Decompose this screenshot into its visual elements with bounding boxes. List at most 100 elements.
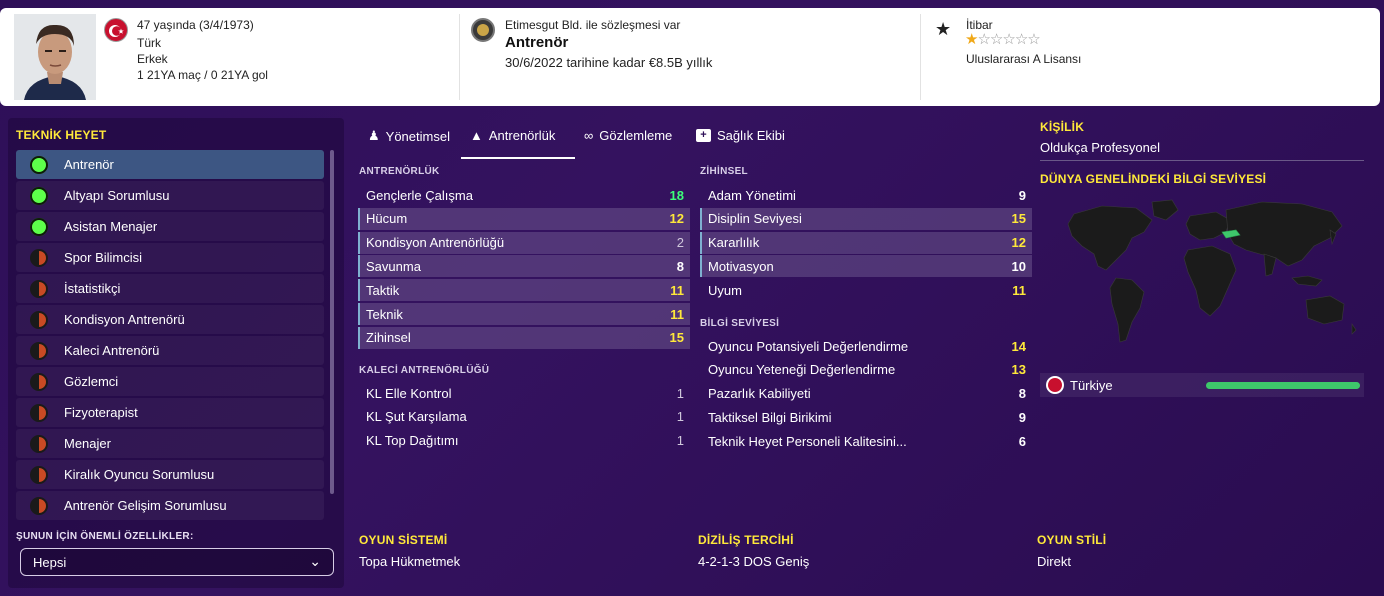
attribute-value: 18: [669, 187, 684, 203]
attribute-row[interactable]: Zihinsel 15: [358, 326, 690, 349]
staff-list-label: Fizyoterapist: [64, 405, 138, 420]
status-half-icon: [30, 248, 48, 267]
attribute-row[interactable]: Savunma 8: [358, 255, 690, 278]
attribute-row[interactable]: Teknik Heyet Personeli Kalitesini... 6: [700, 430, 1032, 452]
age-birth: 47 yaşında (3/4/1973): [137, 18, 254, 32]
play-style-value: Direkt: [1037, 554, 1071, 569]
attribute-row[interactable]: Teknik 11: [358, 303, 690, 325]
attribute-label: Pazarlık Kabiliyeti: [708, 386, 811, 402]
mental-title: ZİHİNSEL: [700, 166, 748, 177]
filter-value: Hepsi: [33, 554, 67, 570]
staff-list-item[interactable]: Altyapı Sorumlusu: [16, 181, 324, 210]
attribute-label: Kondisyon Antrenörlüğü: [366, 235, 505, 251]
staff-list-item[interactable]: Spor Bilimcisi: [16, 243, 324, 272]
attribute-row[interactable]: Disiplin Seviyesi 15: [700, 207, 1032, 230]
staff-list-scrollbar[interactable]: [330, 150, 334, 494]
attribute-row[interactable]: Hücum 12: [358, 207, 690, 230]
attribute-row[interactable]: KL Elle Kontrol 1: [358, 382, 690, 404]
attribute-row[interactable]: Oyuncu Potansiyeli Değerlendirme 14: [700, 335, 1032, 357]
medkit-icon: +: [696, 129, 711, 142]
attribute-value: 12: [1011, 235, 1026, 251]
status-green-icon: [30, 217, 48, 236]
staff-list-label: İstatistikçi: [64, 281, 121, 296]
tab-coaching[interactable]: ▲ Antrenörlük: [470, 128, 555, 143]
staff-photo: [14, 14, 96, 100]
staff-list-panel: TEKNİK HEYET Antrenör Altyapı Sorumlusu As…: [8, 118, 344, 588]
formation-title: DİZİLİŞ TERCİHİ: [698, 533, 794, 547]
attribute-row[interactable]: Oyuncu Yeteneği Değerlendirme 13: [700, 359, 1032, 381]
people-icon: ♟: [368, 128, 380, 143]
attribute-label: KL Şut Karşılama: [366, 409, 467, 425]
attribute-label: Adam Yönetimi: [708, 187, 796, 203]
attribute-value: 11: [1012, 282, 1026, 298]
staff-list-item[interactable]: Asistan Menajer: [16, 212, 324, 241]
status-half-icon: [30, 496, 48, 515]
attribute-row[interactable]: Uyum 11: [700, 279, 1032, 301]
attribute-value: 15: [1011, 211, 1026, 227]
knowledge-bar-fill: [1206, 382, 1360, 389]
tab-management[interactable]: ♟ Yönetimsel: [368, 128, 450, 144]
staff-list-item[interactable]: Fizyoterapist: [16, 398, 324, 427]
game-system-title: OYUN SİSTEMİ: [359, 533, 448, 547]
staff-list-item[interactable]: Kaleci Antrenörü: [16, 336, 324, 365]
status-half-icon: [30, 434, 48, 453]
staff-list-label: Antrenör Gelişim Sorumlusu: [64, 498, 227, 513]
status-half-icon: [30, 279, 48, 298]
attribute-row[interactable]: Kararlılık 12: [700, 231, 1032, 254]
staff-list-label: Spor Bilimcisi: [64, 250, 143, 265]
attribute-value: 2: [676, 235, 684, 251]
attribute-label: Teknik: [366, 306, 403, 322]
staff-list-label: Kaleci Antrenörü: [64, 343, 160, 358]
nationality: Türk: [137, 36, 161, 50]
attribute-row[interactable]: KL Top Dağıtımı 1: [358, 430, 690, 452]
attribute-label: Oyuncu Yeteneği Değerlendirme: [708, 362, 896, 378]
staff-list-label: Asistan Menajer: [64, 219, 158, 234]
cone-icon: ▲: [470, 128, 483, 143]
tab-label: Antrenörlük: [488, 128, 556, 143]
attribute-value: 13: [1011, 362, 1026, 378]
attribute-row[interactable]: Gençlerle Çalışma 18: [358, 184, 690, 206]
divider: [1040, 160, 1364, 161]
status-half-icon: [30, 372, 48, 391]
attribute-row[interactable]: Motivasyon 10: [700, 255, 1032, 278]
star-empty-icon: ☆: [1014, 31, 1028, 48]
play-style-title: OYUN STİLİ: [1037, 533, 1107, 547]
attribute-row[interactable]: Kondisyon Antrenörlüğü 2: [358, 231, 690, 254]
attribute-label: Zihinsel: [366, 330, 411, 346]
tab-scouting[interactable]: ∞ Gözlemleme: [584, 128, 672, 143]
attribute-label: Kararlılık: [708, 235, 760, 251]
attribute-row[interactable]: Pazarlık Kabiliyeti 8: [700, 383, 1032, 405]
header-divider: [920, 14, 921, 100]
attribute-row[interactable]: Taktiksel Bilgi Birikimi 9: [700, 406, 1032, 428]
staff-list-item[interactable]: Kiralık Oyuncu Sorumlusu: [16, 460, 324, 489]
contract-note: Etimesgut Bld. ile sözleşmesi var: [505, 18, 681, 32]
attribute-row[interactable]: Adam Yönetimi 9: [700, 184, 1032, 206]
attribute-filter-select[interactable]: Hepsi ⌄: [20, 548, 334, 576]
attribute-value: 8: [676, 258, 684, 274]
attribute-value: 6: [1018, 433, 1026, 449]
attribute-label: KL Elle Kontrol: [366, 385, 452, 401]
club-badge-icon[interactable]: [471, 18, 495, 42]
staff-list-label: Kondisyon Antrenörü: [64, 312, 185, 327]
attribute-value: 1: [676, 409, 684, 425]
attribute-row[interactable]: Taktik 11: [358, 279, 690, 302]
staff-list-item[interactable]: Gözlemci: [16, 367, 324, 396]
caps-goals: 1 21YA maç / 0 21YA gol: [137, 68, 268, 82]
staff-list-item[interactable]: Antrenör Gelişim Sorumlusu: [16, 491, 324, 520]
staff-list-item[interactable]: Menajer: [16, 429, 324, 458]
staff-list-title: TEKNİK HEYET: [16, 128, 107, 142]
staff-list-item[interactable]: Antrenör: [16, 150, 324, 179]
staff-list-item[interactable]: İstatistikçi: [16, 274, 324, 303]
gk-coaching-title: KALECİ ANTRENÖRLÜĞÜ: [359, 365, 490, 376]
binoculars-icon: ∞: [584, 128, 594, 143]
attribute-value: 8: [1018, 386, 1026, 402]
staff-list-label: Gözlemci: [64, 374, 119, 389]
attribute-label: KL Top Dağıtımı: [366, 433, 459, 449]
tab-medical[interactable]: + Sağlık Ekibi: [696, 128, 785, 143]
staff-list-label: Menajer: [64, 436, 111, 451]
attribute-row[interactable]: KL Şut Karşılama 1: [358, 406, 690, 428]
status-half-icon: [30, 310, 48, 329]
star-empty-icon: ☆: [989, 31, 1003, 48]
staff-list-label: Altyapı Sorumlusu: [64, 188, 170, 203]
staff-list-item[interactable]: Kondisyon Antrenörü: [16, 305, 324, 334]
